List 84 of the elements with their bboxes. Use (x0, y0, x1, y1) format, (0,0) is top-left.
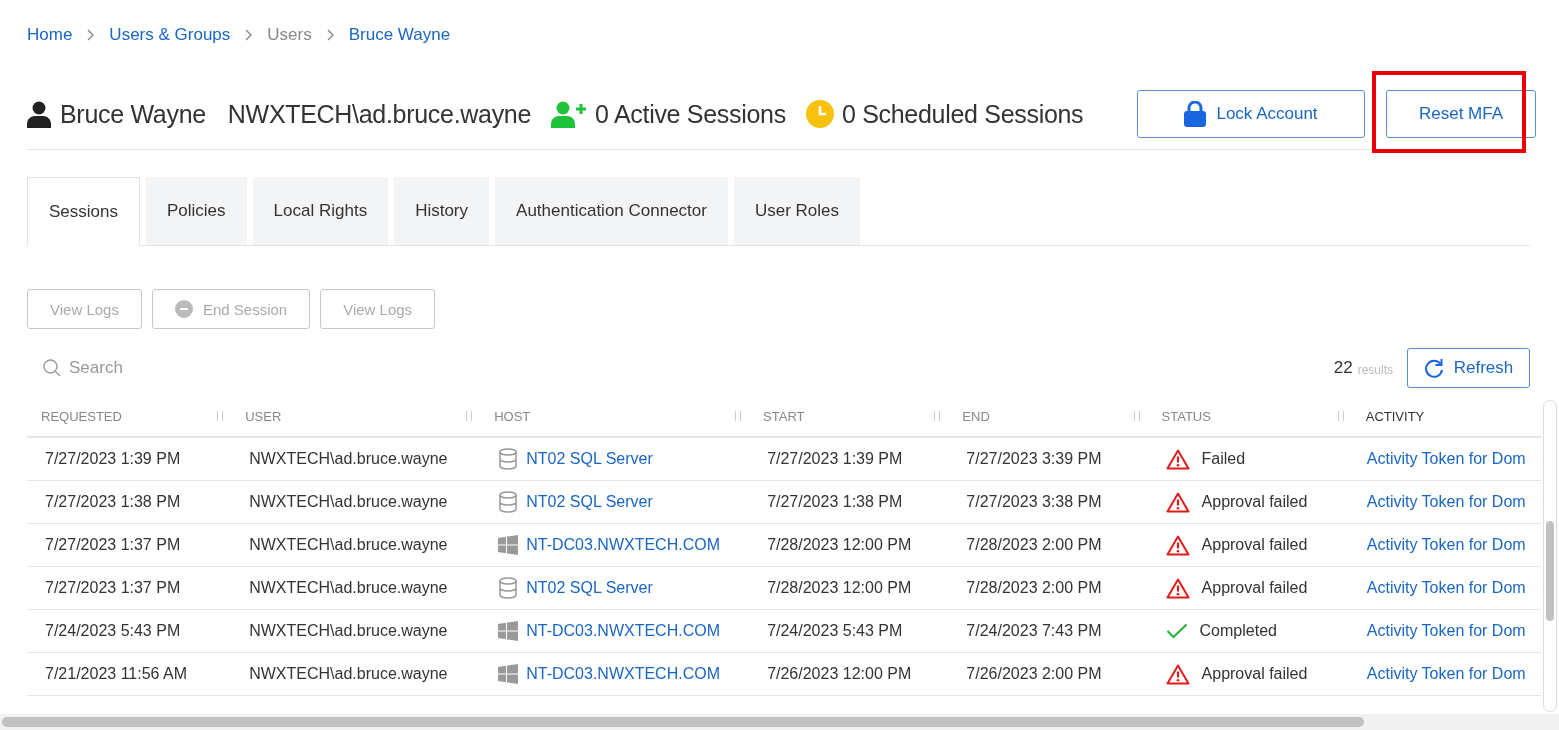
status-text: Approval failed (1201, 536, 1308, 554)
user-plus-icon (551, 100, 588, 128)
results-label: results (1357, 363, 1393, 377)
table-cell: 7/24/2023 7:43 PM (966, 622, 1102, 640)
table-cell: NWXTECH\ad.bruce.wayne (249, 665, 448, 683)
reset-mfa-button[interactable]: Reset MFA (1386, 90, 1536, 138)
tab[interactable]: User Roles (733, 177, 861, 245)
table-cell: NWXTECH\ad.bruce.wayne (249, 622, 448, 640)
host-link[interactable]: NT-DC03.NWXTECH.COM (526, 665, 720, 683)
host-link[interactable]: NT02 SQL Server (526, 579, 653, 597)
table-cell: 7/27/2023 3:38 PM (966, 493, 1102, 511)
table-cell: NWXTECH\ad.bruce.wayne (249, 579, 448, 597)
activity-link[interactable]: Activity Token for Dom (1366, 665, 1526, 683)
table-cell: 7/28/2023 2:00 PM (966, 579, 1102, 597)
chevron-icon (325, 29, 335, 41)
status-text: Failed (1201, 450, 1246, 468)
resize-handle[interactable] (217, 411, 224, 421)
status-text: Approval failed (1201, 579, 1308, 597)
host-link[interactable]: NT-DC03.NWXTECH.COM (526, 622, 720, 640)
tab[interactable]: History (394, 177, 490, 245)
host-link[interactable]: NT-DC03.NWXTECH.COM (526, 536, 720, 554)
table-cell: 7/27/2023 3:39 PM (966, 450, 1102, 468)
status-text: Completed (1199, 622, 1277, 640)
refresh-icon (1423, 358, 1444, 378)
resize-handle[interactable] (466, 411, 473, 421)
resize-handle[interactable] (934, 411, 941, 421)
refresh-button[interactable]: Refresh (1407, 348, 1530, 388)
minus-circle-icon (174, 300, 193, 318)
breadcrumb-link[interactable]: Home (27, 25, 73, 45)
column-header[interactable]: STATUS (1161, 408, 1211, 424)
status-text: Approval failed (1201, 665, 1308, 683)
chevron-icon (86, 29, 96, 41)
tab[interactable]: Authentication Connector (495, 177, 728, 245)
results-count: 22 (1333, 358, 1353, 378)
scheduled-sessions: 0 Scheduled Sessions (841, 99, 1084, 129)
resize-handle[interactable] (1133, 411, 1140, 421)
horizontal-scrollbar[interactable] (0, 714, 1559, 730)
breadcrumb-link[interactable]: Bruce Wayne (348, 25, 451, 45)
table-cell: 7/27/2023 1:38 PM (45, 493, 181, 511)
column-header[interactable]: REQUESTED (41, 408, 122, 424)
account-name: NWXTECH\ad.bruce.wayne (227, 99, 532, 129)
table-cell: 7/24/2023 5:43 PM (45, 622, 181, 640)
tab[interactable]: Policies (146, 177, 247, 245)
table-cell: 7/27/2023 1:37 PM (45, 579, 181, 597)
activity-link[interactable]: Activity Token for Dom (1366, 579, 1526, 597)
activity-link[interactable]: Activity Token for Dom (1366, 493, 1526, 511)
table-cell: 7/24/2023 5:43 PM (767, 622, 903, 640)
column-header[interactable]: USER (245, 408, 282, 424)
column-header[interactable]: END (962, 408, 990, 424)
table-cell: 7/28/2023 2:00 PM (966, 536, 1102, 554)
activity-link[interactable]: Activity Token for Dom (1366, 536, 1526, 554)
activity-link[interactable]: Activity Token for Dom (1366, 450, 1526, 468)
host-link[interactable]: NT02 SQL Server (526, 450, 653, 468)
breadcrumb-link[interactable]: Users & Groups (109, 25, 231, 45)
table-cell: 7/27/2023 1:38 PM (767, 493, 903, 511)
status-text: Approval failed (1201, 493, 1308, 511)
table-cell: 7/26/2023 2:00 PM (966, 665, 1102, 683)
chevron-icon (244, 29, 254, 41)
table-cell: 7/28/2023 12:00 PM (767, 579, 912, 597)
table-cell: 7/27/2023 1:39 PM (45, 450, 181, 468)
table-cell: 7/27/2023 1:37 PM (45, 536, 181, 554)
resize-handle[interactable] (735, 411, 742, 421)
table-cell: NWXTECH\ad.bruce.wayne (249, 493, 448, 511)
tab[interactable]: Local Rights (252, 177, 389, 245)
column-header[interactable]: ACTIVITY (1365, 408, 1425, 424)
search-icon (43, 359, 61, 377)
column-header[interactable]: HOST (494, 408, 531, 424)
column-header[interactable]: START (763, 408, 805, 424)
active-sessions: 0 Active Sessions (595, 99, 786, 129)
tab[interactable]: Sessions (27, 177, 140, 246)
activity-link[interactable]: Activity Token for Dom (1366, 622, 1526, 640)
table-cell: 7/27/2023 1:39 PM (767, 450, 903, 468)
table-cell: 7/21/2023 11:56 AM (45, 665, 188, 683)
clock-icon (805, 100, 834, 128)
user-icon (27, 100, 51, 128)
table-cell: NWXTECH\ad.bruce.wayne (249, 536, 448, 554)
table-cell: 7/28/2023 12:00 PM (767, 536, 912, 554)
lock-icon (1184, 101, 1207, 127)
table-cell: NWXTECH\ad.bruce.wayne (249, 450, 448, 468)
table-cell: 7/26/2023 12:00 PM (767, 665, 912, 683)
lock-account-button[interactable]: Lock Account (1137, 90, 1365, 138)
resize-handle[interactable] (1337, 411, 1344, 421)
host-link[interactable]: NT02 SQL Server (526, 493, 653, 511)
user-name: Bruce Wayne (60, 99, 206, 129)
